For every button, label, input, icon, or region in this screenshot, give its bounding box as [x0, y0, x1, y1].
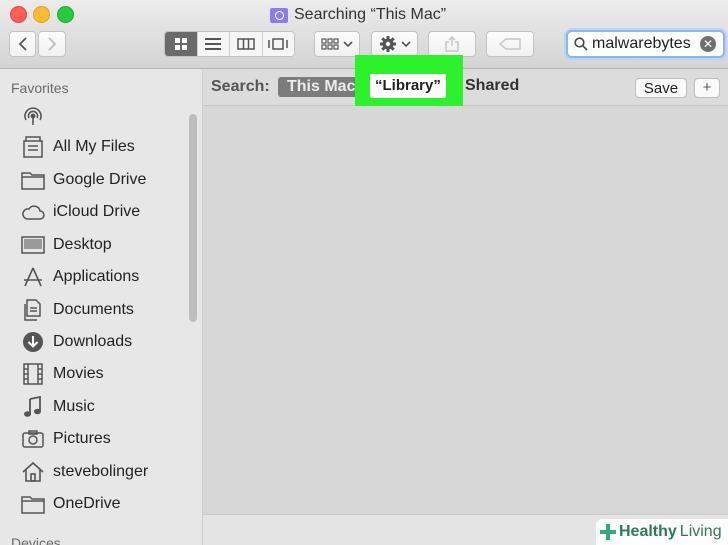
sidebar-item-stevebolinger[interactable]: stevebolinger — [20, 457, 190, 487]
action-button[interactable] — [371, 31, 418, 57]
chevron-down-icon — [400, 41, 411, 48]
sidebar-item-google-drive[interactable]: Google Drive — [20, 165, 190, 195]
cover-flow-view-icon — [268, 38, 288, 50]
movies-icon — [20, 362, 45, 387]
scope-library-button[interactable]: “Library” — [370, 74, 446, 98]
scope-this-mac-button[interactable]: This Mac — [278, 77, 365, 97]
sidebar-item-movies[interactable]: Movies — [20, 359, 190, 389]
sidebar-item-label: iCloud Drive — [53, 203, 141, 220]
home-icon — [20, 460, 45, 485]
sidebar-item-label: Desktop — [53, 236, 112, 253]
chevron-down-icon — [343, 41, 353, 48]
share-button[interactable] — [428, 31, 476, 57]
sidebar-item-label: All My Files — [53, 138, 135, 155]
icon-view-button[interactable] — [165, 32, 198, 56]
sidebar-item-label: stevebolinger — [53, 463, 149, 480]
all-files-icon — [20, 135, 45, 160]
sidebar-item-icloud-drive[interactable]: iCloud Drive — [20, 197, 190, 227]
sidebar-item-airdrop[interactable] — [20, 101, 190, 131]
sidebar-item-all-my-files[interactable]: All My Files — [20, 132, 190, 162]
sidebar-item-desktop[interactable]: Desktop — [20, 230, 190, 260]
watermark-text-living: Living — [679, 523, 722, 540]
zoom-window-button[interactable] — [57, 6, 74, 23]
sidebar-item-pictures[interactable]: Pictures — [20, 424, 190, 454]
window-title-text: Searching “This Mac” — [294, 6, 447, 23]
finder-window: Searching “This Mac” malwarebytes ✕ Favo… — [0, 0, 728, 545]
watermark: Healthy Living — [596, 519, 728, 545]
pictures-icon — [20, 427, 45, 452]
close-window-button[interactable] — [10, 6, 27, 23]
sidebar-item-label: Documents — [53, 301, 134, 318]
cross-logo-icon — [600, 524, 616, 540]
folder-icon — [20, 168, 45, 193]
minimize-window-button[interactable] — [33, 6, 50, 23]
sidebar-item-label: Music — [53, 398, 95, 415]
window-title: Searching “This Mac” — [270, 4, 446, 26]
sidebar-item-music[interactable]: Music — [20, 392, 190, 422]
search-scope-label: Search: — [211, 78, 270, 95]
folder-icon — [20, 492, 45, 517]
sidebar-scrollbar[interactable] — [189, 114, 197, 322]
tags-button[interactable] — [486, 31, 534, 57]
sidebar-item-label: Movies — [53, 365, 104, 382]
add-criteria-button[interactable]: + — [694, 78, 720, 98]
search-results-area — [203, 106, 728, 514]
sidebar-item-documents[interactable]: Documents — [20, 295, 190, 325]
sidebar-item-label: Downloads — [53, 333, 133, 350]
back-button[interactable] — [9, 31, 36, 57]
cloud-icon — [20, 200, 45, 225]
magnifying-glass-icon — [574, 37, 588, 51]
column-view-button[interactable] — [230, 32, 263, 56]
list-view-icon — [205, 38, 222, 50]
sidebar-heading-favorites: Favorites — [11, 80, 69, 96]
cover-flow-view-button[interactable] — [263, 32, 295, 56]
downloads-icon — [20, 330, 45, 355]
save-search-button[interactable]: Save — [635, 78, 687, 98]
sidebar-item-onedrive[interactable]: OneDrive — [20, 489, 190, 519]
share-icon — [445, 36, 459, 52]
search-field[interactable]: ✕ — [566, 30, 725, 58]
smart-folder-icon — [270, 7, 288, 23]
forward-button[interactable] — [38, 31, 66, 57]
gear-icon — [379, 36, 396, 52]
tag-icon — [499, 38, 521, 50]
sidebar: Favorites All My Files Google Drive iClo… — [0, 69, 203, 545]
arrange-grid-icon — [321, 38, 339, 50]
sidebar-item-label: Applications — [53, 268, 140, 285]
sidebar-item-label: Pictures — [53, 430, 111, 447]
sidebar-item-label: OneDrive — [53, 495, 121, 512]
chevron-right-icon — [48, 37, 57, 51]
scope-shared-button[interactable]: Shared — [465, 77, 519, 95]
icon-view-icon — [174, 38, 187, 50]
sidebar-item-downloads[interactable]: Downloads — [20, 327, 190, 357]
view-mode-control — [164, 31, 295, 57]
music-icon — [20, 395, 45, 420]
search-input[interactable] — [592, 35, 696, 53]
sidebar-item-label: Google Drive — [53, 171, 147, 188]
arrange-button[interactable] — [314, 31, 360, 57]
watermark-text-healthy: Healthy — [619, 523, 677, 540]
applications-icon — [20, 265, 45, 290]
clear-search-icon[interactable]: ✕ — [700, 36, 716, 52]
documents-icon — [20, 298, 45, 323]
list-view-button[interactable] — [198, 32, 230, 56]
sidebar-heading-devices: Devices — [11, 535, 61, 545]
desktop-icon — [20, 233, 45, 258]
column-view-icon — [237, 38, 255, 50]
chevron-left-icon — [18, 37, 27, 51]
airdrop-icon — [20, 104, 45, 129]
sidebar-item-applications[interactable]: Applications — [20, 262, 190, 292]
